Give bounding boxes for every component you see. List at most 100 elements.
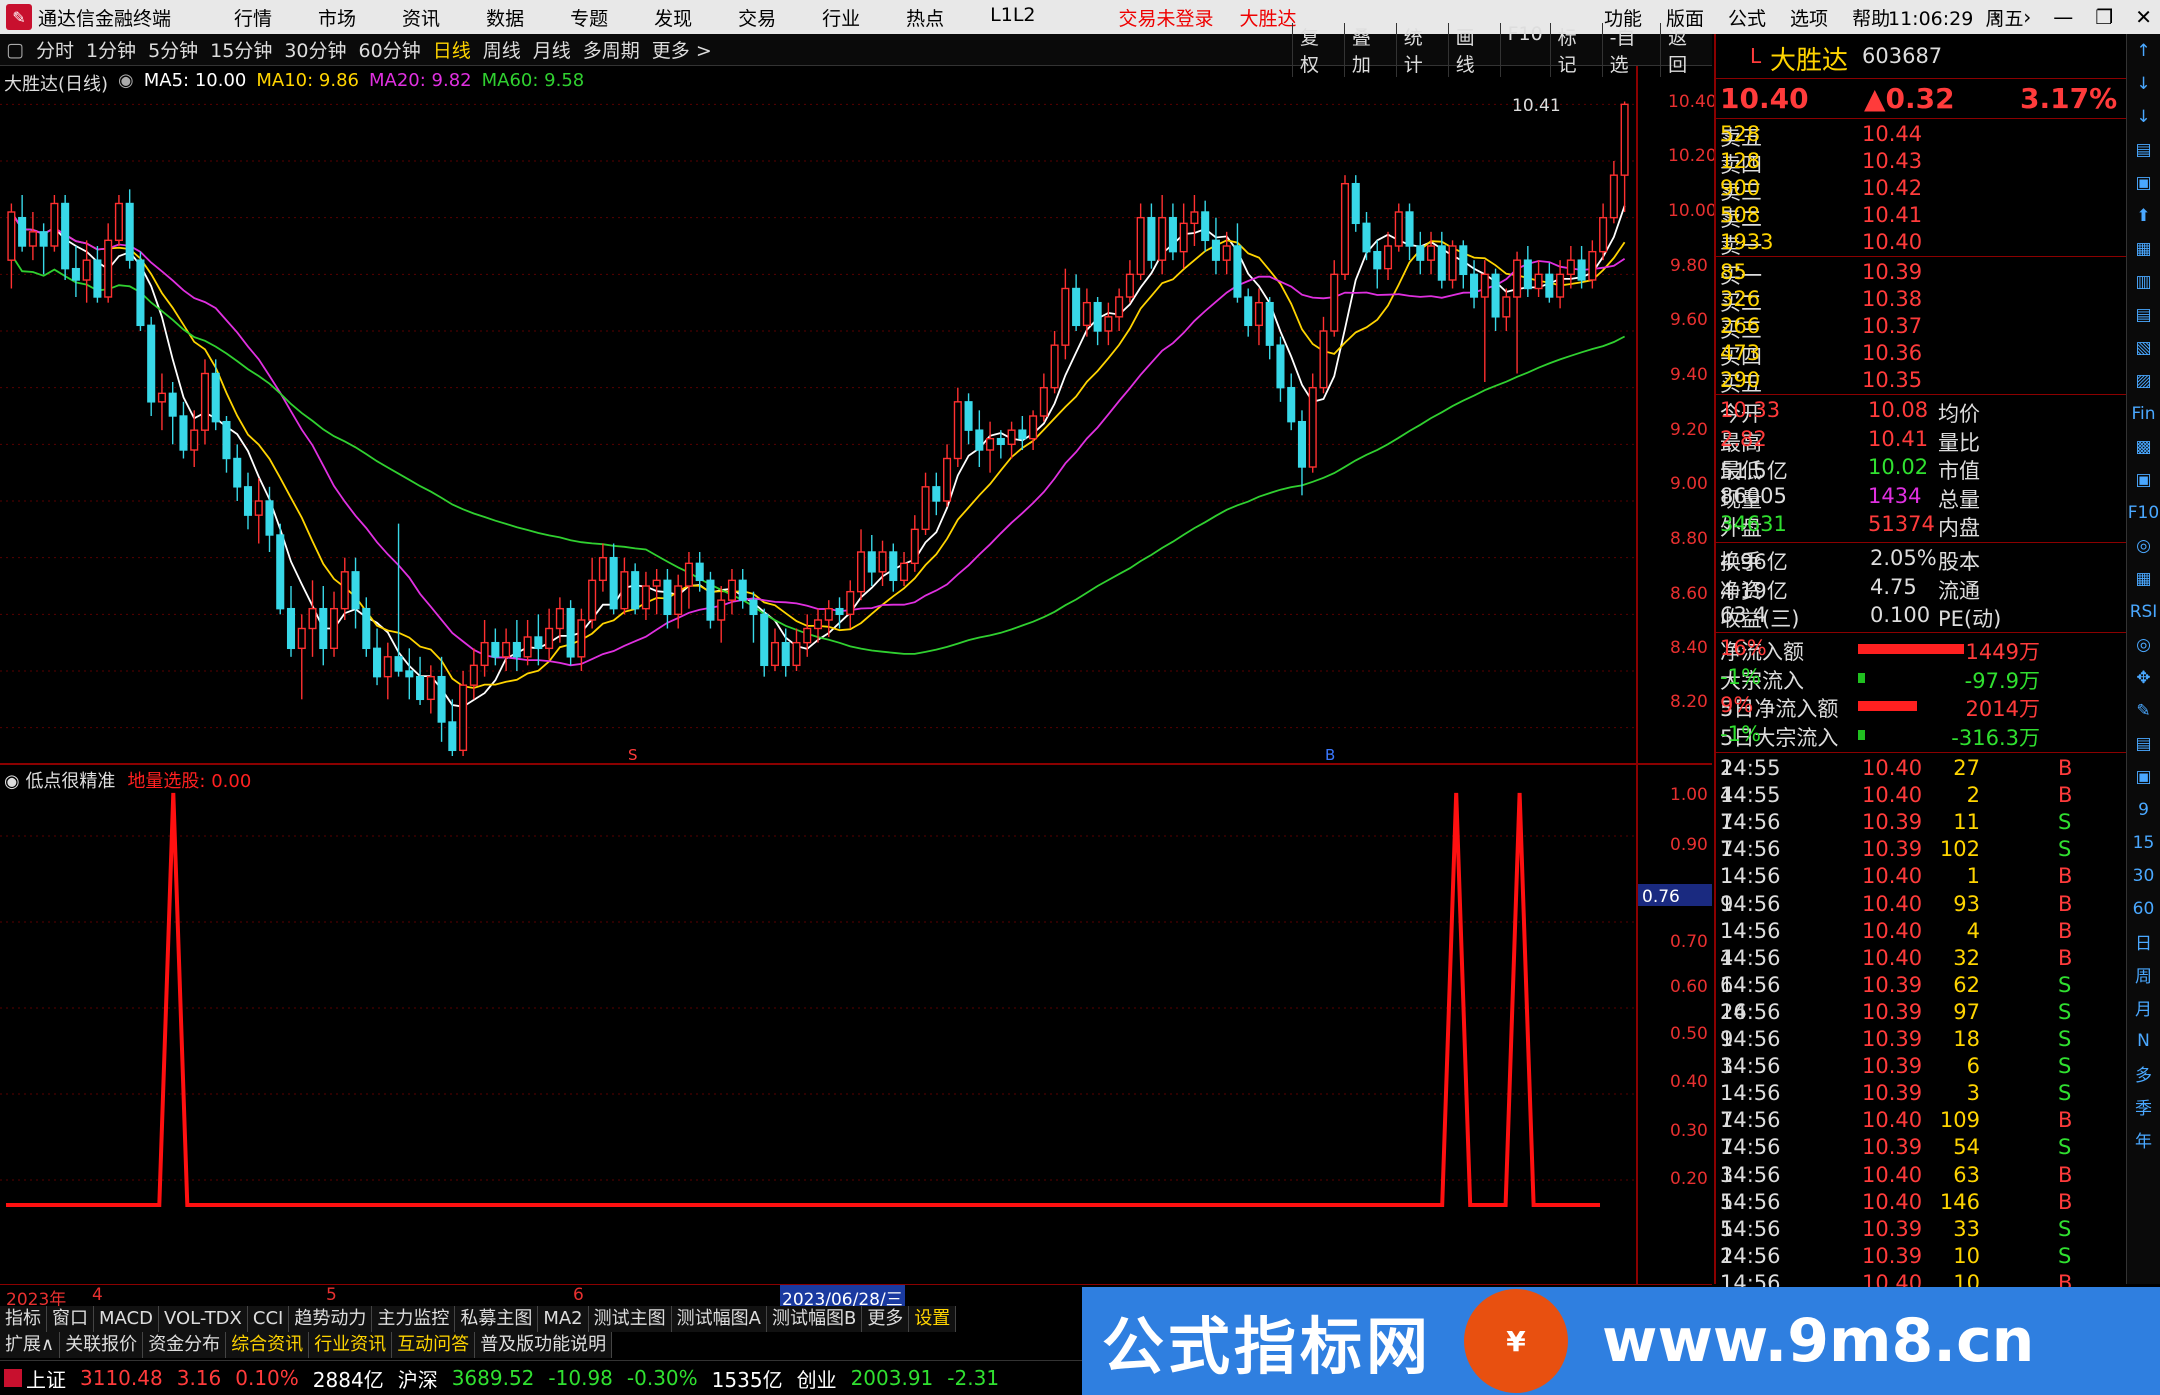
- menu-item[interactable]: 发现: [631, 4, 715, 31]
- restore-icon[interactable]: ❐: [2095, 5, 2113, 29]
- legend-toggle-icon[interactable]: ◉: [118, 70, 134, 96]
- side-tool-icon[interactable]: ▤: [2135, 727, 2151, 760]
- tab-more[interactable]: 更多 >: [646, 36, 718, 63]
- side-tool-icon[interactable]: ◎: [2136, 529, 2151, 562]
- side-tool-icon[interactable]: ▣: [2135, 166, 2151, 199]
- panel-toggle-icon[interactable]: ▢: [0, 39, 30, 61]
- tab-period[interactable]: 60分钟: [353, 36, 427, 63]
- index-name[interactable]: 上证: [26, 1364, 66, 1393]
- side-tool-icon[interactable]: Fin: [2131, 397, 2155, 430]
- tick-side: B: [2058, 1108, 2073, 1133]
- tab-indicator[interactable]: 趋势动力: [289, 1306, 373, 1332]
- menu-item[interactable]: 行业: [799, 4, 883, 31]
- tab-indicator[interactable]: MACD: [94, 1306, 159, 1332]
- side-tool-icon[interactable]: ▣: [2135, 463, 2151, 496]
- side-tool-icon[interactable]: RSI: [2130, 595, 2158, 628]
- menu-item[interactable]: 交易: [715, 4, 799, 31]
- candle-up: [684, 562, 693, 587]
- side-tool-icon[interactable]: 9: [2138, 793, 2149, 826]
- tab-period[interactable]: 15分钟: [204, 36, 278, 63]
- tab-indicator[interactable]: MA2: [538, 1306, 589, 1332]
- tab-indicator[interactable]: 主力监控: [372, 1306, 456, 1332]
- side-tool-icon[interactable]: ▦: [2135, 562, 2151, 595]
- tab-settings[interactable]: 设置: [909, 1306, 957, 1332]
- tab-period[interactable]: 1分钟: [80, 36, 142, 63]
- stat-label: 股本: [1938, 550, 1980, 574]
- menu-item[interactable]: 选项: [1778, 4, 1840, 31]
- tab-indicator[interactable]: 测试幅图A: [672, 1306, 767, 1332]
- menu-item[interactable]: 数据: [463, 4, 547, 31]
- tab-indicator[interactable]: 指标: [0, 1306, 47, 1332]
- side-tool-icon[interactable]: F10: [2128, 496, 2159, 529]
- tab-info[interactable]: 普及版功能说明: [475, 1332, 613, 1358]
- tab-period[interactable]: 5分钟: [142, 36, 204, 63]
- tab-period[interactable]: 多周期: [577, 36, 646, 63]
- side-tool-icon[interactable]: ✥: [2136, 661, 2150, 694]
- side-tool-icon[interactable]: ▤: [2135, 298, 2151, 331]
- tab-info[interactable]: 资金分布: [143, 1332, 227, 1358]
- minimize-icon[interactable]: —: [2053, 5, 2073, 29]
- menu-item[interactable]: 专题: [547, 4, 631, 31]
- tab-period-active[interactable]: 日线: [427, 36, 477, 63]
- forward-icon[interactable]: ›: [2023, 5, 2031, 29]
- side-tool-icon[interactable]: 60: [2133, 892, 2155, 925]
- menu-item[interactable]: 热点: [883, 4, 967, 31]
- menu-item[interactable]: 公式: [1716, 4, 1778, 31]
- side-tool-icon[interactable]: ↓: [2136, 100, 2150, 133]
- index-change: -10.98: [548, 1366, 613, 1390]
- tab-indicator[interactable]: 私募主图: [455, 1306, 539, 1332]
- side-tool-icon[interactable]: ▥: [2135, 265, 2151, 298]
- kline-chart[interactable]: 10.41 S B 0.76: [0, 66, 1712, 1284]
- tab-indicator[interactable]: 更多: [862, 1306, 910, 1332]
- side-tool-icon[interactable]: ▧: [2135, 331, 2151, 364]
- side-tool-icon[interactable]: 日: [2135, 925, 2152, 958]
- tick-count: 7: [1720, 1135, 1734, 1160]
- tab-indicator[interactable]: 测试主图: [589, 1306, 672, 1332]
- menu-item[interactable]: 市场: [295, 4, 379, 31]
- login-status[interactable]: 交易未登录: [1119, 4, 1214, 31]
- tab-period[interactable]: 分时: [30, 36, 80, 63]
- side-tool-icon[interactable]: ⬆: [2136, 199, 2150, 232]
- tab-indicator[interactable]: 测试幅图B: [767, 1306, 863, 1332]
- tab-info[interactable]: 综合资讯: [226, 1332, 310, 1358]
- menu-item[interactable]: 资讯: [379, 4, 463, 31]
- stat-value: 2.82: [1720, 426, 1767, 451]
- tab-indicator[interactable]: VOL-TDX: [159, 1306, 248, 1332]
- tab-indicator[interactable]: CCI: [248, 1306, 290, 1332]
- candle-down: [405, 670, 414, 678]
- side-tool-icon[interactable]: ◎: [2136, 628, 2151, 661]
- side-tool-icon[interactable]: ▨: [2135, 364, 2151, 397]
- tab-period[interactable]: 30分钟: [278, 36, 352, 63]
- side-tool-icon[interactable]: 年: [2135, 1123, 2152, 1156]
- tab-info[interactable]: 关联报价: [60, 1332, 144, 1358]
- close-icon[interactable]: ✕: [2135, 5, 2152, 29]
- side-tool-icon[interactable]: 月: [2135, 991, 2152, 1024]
- candle-down: [1265, 301, 1274, 346]
- index-name[interactable]: 沪深: [398, 1364, 438, 1393]
- side-tool-icon[interactable]: ▣: [2135, 760, 2151, 793]
- tab-indicator[interactable]: 窗口: [47, 1306, 94, 1332]
- side-tool-icon[interactable]: ▩: [2135, 430, 2151, 463]
- tab-info[interactable]: 行业资讯: [309, 1332, 393, 1358]
- chart-title: 大胜达(日线): [4, 74, 109, 95]
- tab-period[interactable]: 周线: [477, 36, 527, 63]
- side-tool-icon[interactable]: ✎: [2136, 694, 2150, 727]
- menu-item[interactable]: 行情: [211, 4, 295, 31]
- index-name[interactable]: 创业: [797, 1364, 837, 1393]
- side-tool-icon[interactable]: ▦: [2135, 232, 2151, 265]
- indicator-name[interactable]: ◉ 低点很精准: [4, 767, 115, 793]
- back-icon[interactable]: ‹: [1993, 5, 2001, 29]
- side-tool-icon[interactable]: ↑: [2136, 34, 2150, 67]
- menu-item[interactable]: L1L2: [967, 4, 1058, 31]
- side-tool-icon[interactable]: 多: [2135, 1057, 2152, 1090]
- tab-info[interactable]: 互动问答: [392, 1332, 476, 1358]
- side-tool-icon[interactable]: ▤: [2135, 133, 2151, 166]
- side-tool-icon[interactable]: 周: [2135, 958, 2152, 991]
- tab-info[interactable]: 扩展∧: [0, 1332, 61, 1358]
- side-tool-icon[interactable]: 15: [2133, 826, 2155, 859]
- side-tool-icon[interactable]: ↓: [2136, 67, 2150, 100]
- side-tool-icon[interactable]: 30: [2133, 859, 2155, 892]
- side-tool-icon[interactable]: 季: [2135, 1090, 2152, 1123]
- tab-period[interactable]: 月线: [527, 36, 577, 63]
- side-tool-icon[interactable]: N: [2137, 1024, 2150, 1057]
